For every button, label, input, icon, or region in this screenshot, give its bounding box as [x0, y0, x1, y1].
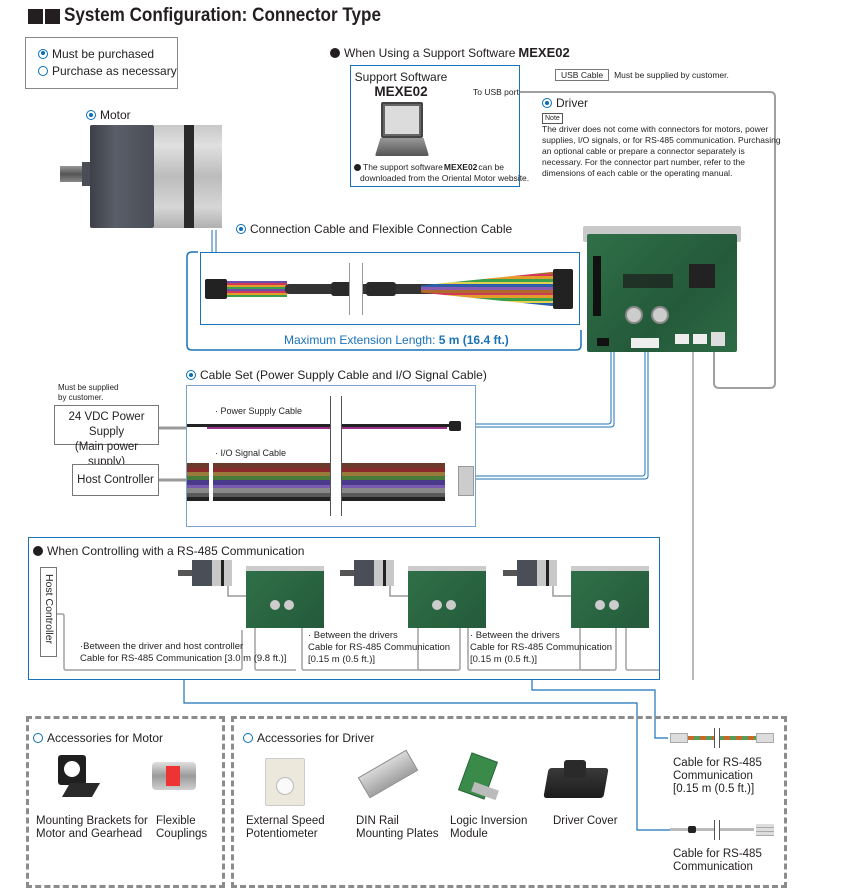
bullet-icon — [330, 47, 340, 58]
potentiometer-image — [265, 758, 305, 806]
motor-label: Motor — [86, 108, 131, 122]
din-rail-plate-image — [352, 749, 420, 802]
filled-circle-icon — [236, 224, 246, 234]
host-controller-box: Host Controller — [72, 464, 159, 496]
rs485-caption-host: ·Between the driver and host controller … — [80, 641, 287, 664]
driver-image — [583, 226, 743, 352]
rs485-unit-3 — [503, 560, 653, 628]
accessories-driver-heading: Accessories for Driver — [243, 731, 374, 745]
filled-circle-icon — [38, 48, 48, 59]
rs485-cable-host-caption: Cable for RS-485 Communication — [673, 848, 762, 873]
usb-cable-note: USB Cable Must be supplied by customer. — [555, 69, 729, 81]
legend-optional: Purchase as necessary — [38, 62, 177, 79]
page-title: System Configuration: Connector Type — [28, 5, 416, 27]
power-supply-box: 24 VDC Power Supply (Main power supply) — [54, 405, 159, 468]
rs485-unit-1 — [178, 560, 328, 628]
cable-set-box: · Power Supply Cable · I/O Signal Cable — [186, 385, 476, 527]
filled-circle-icon — [86, 110, 96, 120]
rs485-cable-short-caption: Cable for RS-485 Communication [0.15 m (… — [673, 757, 762, 795]
accessory-flexible-couplings: Flexible Couplings — [156, 815, 208, 840]
logic-inversion-module-image — [458, 750, 500, 802]
bullet-icon — [354, 164, 361, 171]
power-connector — [449, 421, 461, 431]
break-mark — [349, 263, 363, 315]
rs485-host-controller: Host Controller — [40, 567, 57, 657]
legend: Must be purchased Purchase as necessary — [25, 37, 178, 89]
accessory-driver-cover: Driver Cover — [553, 815, 618, 827]
accessory-mounting-brackets: Mounting Brackets for Motor and Gearhead — [36, 815, 148, 840]
motor-image — [60, 124, 230, 232]
support-software-product: MEXE02 — [374, 84, 428, 99]
rs485-cable-short-image — [670, 728, 775, 748]
usb-cable-tag: USB Cable — [555, 69, 610, 81]
support-software-box: Support Software MEXE02 To USB port The … — [350, 65, 529, 187]
power-cable-link — [476, 352, 615, 428]
cable-set-label: Cable Set (Power Supply Cable and I/O Si… — [186, 368, 487, 382]
empty-circle-icon — [33, 733, 43, 743]
io-cable-body — [187, 463, 445, 501]
flexible-coupling-image — [152, 762, 196, 790]
title-square-icon — [28, 8, 43, 24]
rs485-cable-host-image — [670, 820, 775, 840]
driver-note: The driver does not come with connectors… — [542, 124, 781, 178]
support-software-title: Support Software — [354, 70, 448, 84]
driver-cover-image — [543, 758, 609, 802]
io-connector — [458, 466, 474, 496]
support-software-heading: When Using a Support Software MEXE02 — [330, 45, 570, 60]
empty-circle-icon — [38, 65, 48, 76]
rs485-caption-between-1: · Between the drivers Cable for RS-485 C… — [308, 630, 451, 665]
io-cable-link — [476, 352, 649, 480]
connection-cable-label: Connection Cable and Flexible Connection… — [236, 222, 512, 236]
power-cable-label: · Power Supply Cable — [215, 406, 303, 416]
support-software-note: The support software MEXE02 can be downl… — [354, 162, 529, 184]
rs485-caption-between-2: · Between the drivers Cable for RS-485 C… — [470, 630, 613, 665]
connection-cable-box — [200, 252, 580, 325]
usb-port-label: To USB port — [473, 87, 519, 97]
legend-must: Must be purchased — [38, 45, 177, 62]
accessory-din-rail: DIN Rail Mounting Plates — [356, 815, 439, 840]
empty-circle-icon — [243, 733, 253, 743]
connector-right — [553, 269, 573, 309]
note-tag: Note — [542, 113, 563, 124]
driver-label: Driver — [542, 96, 588, 110]
break-mark — [330, 396, 342, 516]
laptop-icon — [375, 102, 429, 160]
connector-left — [205, 279, 227, 299]
accessory-potentiometer: External Speed Potentiometer — [246, 815, 325, 840]
io-cable-label: · I/O Signal Cable — [215, 448, 287, 458]
accessories-motor-heading: Accessories for Motor — [33, 731, 163, 745]
max-extension-length: Maximum Extension Length: 5 m (16.4 ft.) — [284, 333, 509, 347]
accessory-logic-inversion: Logic Inversion Module — [450, 815, 528, 840]
rs485-unit-2 — [340, 560, 490, 628]
motor-cable-line — [211, 230, 217, 252]
rs485-heading: When Controlling with a RS-485 Communica… — [33, 544, 304, 558]
bullet-icon — [33, 546, 43, 556]
title-square-icon — [45, 8, 60, 24]
filled-circle-icon — [542, 98, 552, 108]
filled-circle-icon — [186, 370, 196, 380]
customer-supplied-note: Must be supplied by customer. — [58, 383, 119, 402]
mounting-bracket-image — [56, 755, 101, 803]
